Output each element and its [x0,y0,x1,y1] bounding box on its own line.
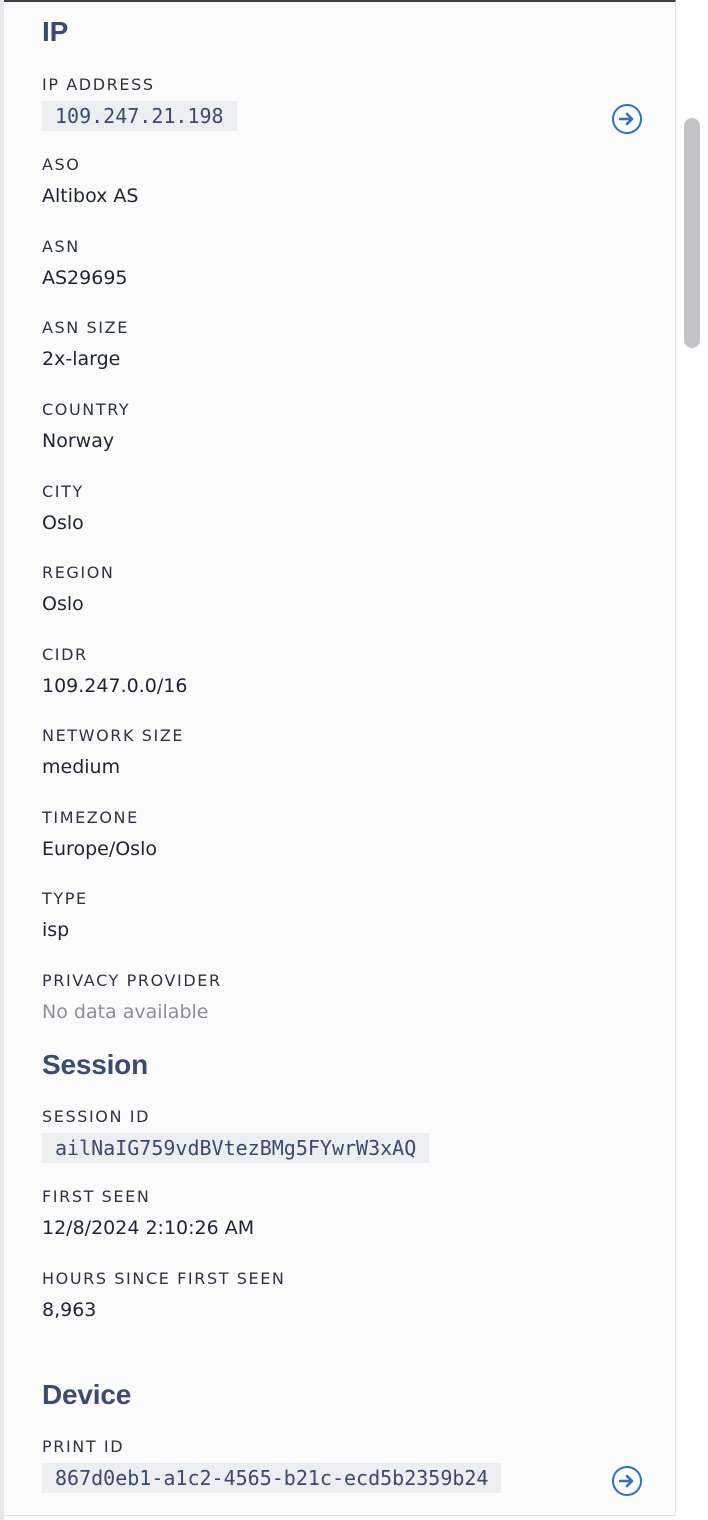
aso-value: Altibox AS [42,185,139,207]
arrow-right-circle-icon [619,112,634,126]
hours-since-first-seen-field: HOURS SINCE FIRST SEEN 8,963 [42,1269,642,1322]
first-seen-field: FIRST SEEN 12/8/2024 2:10:26 AM [42,1187,642,1240]
details-panel: IP IP ADDRESS 109.247.21.198 ASO Altibox… [4,0,676,1516]
country-field: COUNTRY Norway [42,400,642,453]
asn-label: ASN [42,237,80,256]
region-label: REGION [42,563,115,582]
aso-field: ASO Altibox AS [42,155,642,208]
region-field: REGION Oslo [42,563,642,616]
privacy-provider-label: PRIVACY PROVIDER [42,971,222,990]
hours-since-first-seen-label: HOURS SINCE FIRST SEEN [42,1269,286,1288]
city-value: Oslo [42,512,84,534]
device-section-title: Device [42,1379,132,1410]
session-section-title: Session [42,1049,148,1080]
type-field: TYPE isp [42,889,642,942]
timezone-value: Europe/Oslo [42,838,157,860]
type-value: isp [42,919,70,941]
network-size-label: NETWORK SIZE [42,726,185,745]
timezone-field: TIMEZONE Europe/Oslo [42,808,642,861]
session-id-label: SESSION ID [42,1107,150,1126]
session-id-value[interactable]: ailNaIG759vdBVtezBMg5FYwrW3xAQ [42,1133,430,1163]
arrow-right-circle-icon [619,1474,634,1488]
first-seen-label: FIRST SEEN [42,1187,151,1206]
print-id-field: PRINT ID 867d0eb1-a1c2-4565-b21c-ecd5b23… [42,1437,642,1496]
network-size-field: NETWORK SIZE medium [42,726,642,779]
country-label: COUNTRY [42,400,131,419]
cidr-field: CIDR 109.247.0.0/16 [42,645,642,698]
first-seen-value: 12/8/2024 2:10:26 AM [42,1217,255,1239]
asn-size-value: 2x-large [42,348,121,370]
asn-value: AS29695 [42,267,128,289]
timezone-label: TIMEZONE [42,808,139,827]
cidr-label: CIDR [42,645,88,664]
ip-address-field: IP ADDRESS 109.247.21.198 [42,75,642,134]
ip-address-open-button[interactable] [612,104,642,134]
region-value: Oslo [42,593,84,615]
privacy-provider-field: PRIVACY PROVIDER No data available [42,971,642,1024]
type-label: TYPE [42,889,88,908]
scrollbar-thumb[interactable] [684,118,700,348]
ip-section-title: IP [42,16,69,47]
ip-address-value[interactable]: 109.247.21.198 [42,101,237,131]
asn-size-field: ASN SIZE 2x-large [42,318,642,371]
city-label: CITY [42,482,84,501]
network-size-value: medium [42,756,121,778]
hours-since-first-seen-value: 8,963 [42,1299,97,1321]
asn-size-label: ASN SIZE [42,318,129,337]
asn-field: ASN AS29695 [42,237,642,290]
privacy-provider-value: No data available [42,1001,209,1023]
country-value: Norway [42,430,115,452]
print-id-label: PRINT ID [42,1437,125,1456]
print-id-open-button[interactable] [612,1466,642,1496]
city-field: CITY Oslo [42,482,642,535]
ip-address-label: IP ADDRESS [42,75,155,94]
cidr-value: 109.247.0.0/16 [42,675,188,697]
session-id-field: SESSION ID ailNaIG759vdBVtezBMg5FYwrW3xA… [42,1107,642,1163]
print-id-value[interactable]: 867d0eb1-a1c2-4565-b21c-ecd5b2359b24 [42,1463,502,1493]
aso-label: ASO [42,155,81,174]
